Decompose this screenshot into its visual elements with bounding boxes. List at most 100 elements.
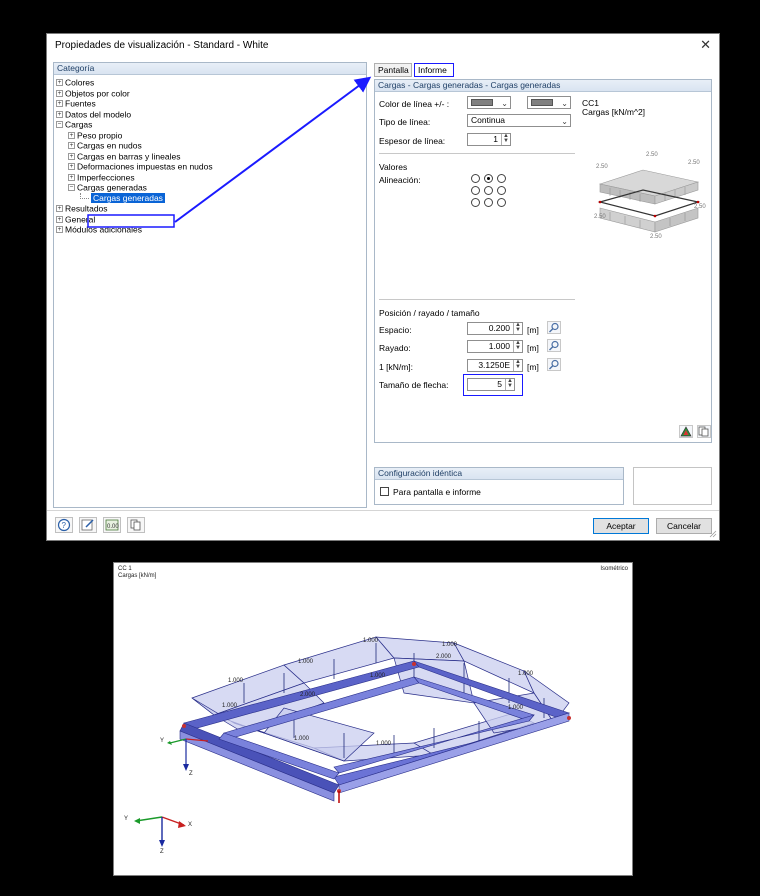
spinner-arrows-icon[interactable]: ▲ ▼ [505, 378, 514, 390]
expand-icon[interactable]: + [56, 226, 63, 234]
tree-item[interactable]: + Objetos por color [56, 88, 366, 98]
scale-unit: [m] [527, 362, 539, 372]
tree-item[interactable]: − Cargas generadas [56, 182, 366, 193]
tree-item[interactable]: Cargas generadas [56, 192, 366, 203]
collapse-icon[interactable]: − [56, 121, 63, 129]
align-radio-br[interactable] [497, 198, 506, 207]
tree-item-label: Cargas en barras y lineales [77, 151, 181, 161]
edit-button[interactable] [79, 517, 97, 533]
align-radio-tc[interactable] [484, 174, 493, 183]
expand-icon[interactable]: + [68, 173, 75, 181]
hatch-spinner[interactable]: 1.000 ▲ ▼ [467, 340, 523, 353]
load-preview: CC1 Cargas [kN/m^2] 2.50 2.50 2.50 2.50 … [580, 96, 708, 279]
tree-item[interactable]: + Imperfecciones [56, 172, 366, 182]
align-radio-mc[interactable] [484, 186, 493, 195]
same-screen-report-label[interactable]: Para pantalla e informe [393, 487, 481, 497]
spinner-arrows-icon[interactable]: ▲ ▼ [513, 322, 522, 334]
ok-button[interactable]: Aceptar [593, 518, 649, 534]
title-bar: Propiedades de visualización - Standard … [47, 34, 719, 58]
tree-item[interactable]: + General [56, 214, 366, 224]
help-icon: ? [57, 518, 71, 532]
tree-item[interactable]: − Cargas [56, 119, 366, 130]
hatch-value: 1.000 [488, 341, 510, 351]
tree-item[interactable]: + Colores [56, 77, 366, 88]
arrow-size-value: 5 [497, 379, 502, 389]
spacing-spinner[interactable]: 0.200 ▲ ▼ [467, 322, 523, 335]
hatch-pick-button[interactable] [547, 339, 561, 352]
values-label: Valores [379, 162, 408, 172]
copy-icon [698, 426, 709, 437]
report-model-view [134, 636, 571, 847]
chevron-down-icon: ⌄ [501, 99, 508, 108]
close-icon[interactable]: ✕ [700, 37, 711, 53]
preview-value: 2.50 [594, 214, 606, 220]
scale-spinner[interactable]: 3.1250E ▲ ▼ [467, 359, 523, 372]
axis-x-label: X [188, 822, 193, 828]
expand-icon[interactable]: + [56, 215, 63, 223]
help-button[interactable]: ? [55, 517, 73, 533]
tree-item-label: Peso propio [77, 130, 123, 140]
spinner-arrows-icon[interactable]: ▲ ▼ [513, 340, 522, 352]
spacing-pick-button[interactable] [547, 321, 561, 334]
copy-button[interactable] [127, 517, 145, 533]
cancel-button[interactable]: Cancelar [656, 518, 712, 534]
tree-item-label: Fuentes [65, 98, 96, 109]
scale-pick-button[interactable] [547, 358, 561, 371]
report-value-label: 1.000 [508, 705, 524, 711]
tree-item[interactable]: + Peso propio [56, 130, 366, 140]
align-radio-tl[interactable] [471, 174, 480, 183]
tree-item-label: Cargas [65, 119, 93, 130]
identical-config-header: Configuración idéntica [375, 468, 623, 480]
expand-icon[interactable]: + [68, 163, 75, 171]
svg-text:0.00: 0.00 [107, 524, 119, 530]
align-radio-bc[interactable] [484, 198, 493, 207]
tree-item[interactable]: + Cargas en nudos [56, 140, 366, 151]
tree-item-label: Imperfecciones [77, 172, 135, 182]
spinner-arrows-icon[interactable]: ▲ ▼ [501, 133, 510, 145]
expand-icon[interactable]: + [56, 79, 63, 87]
report-value-label: 2.000 [300, 692, 316, 698]
expand-icon[interactable]: + [68, 131, 75, 139]
tab-informe[interactable]: Informe [414, 63, 454, 77]
align-radio-mr[interactable] [497, 186, 506, 195]
expand-icon[interactable]: + [68, 142, 75, 150]
arrow-size-spinner[interactable]: 5 ▲ ▼ [467, 378, 515, 391]
report-value-label: 1.000 [363, 638, 379, 644]
tree-item[interactable]: + Cargas en barras y lineales [56, 151, 366, 161]
expand-icon[interactable]: + [68, 152, 75, 160]
align-radio-bl[interactable] [471, 198, 480, 207]
copy-settings-button[interactable] [697, 425, 711, 438]
line-thickness-value: 1 [493, 134, 498, 144]
same-screen-report-checkbox[interactable] [380, 487, 389, 496]
divider [47, 510, 719, 511]
tree-item[interactable]: + Módulos adicionales [56, 224, 366, 235]
line-color-plus-select[interactable]: ⌄ [467, 96, 511, 109]
collapse-icon[interactable]: − [68, 184, 75, 192]
magnifier-icon [549, 322, 559, 333]
resize-grip-icon[interactable] [707, 528, 717, 538]
line-color-minus-select[interactable]: ⌄ [527, 96, 571, 109]
axis-y-label: Y [160, 738, 165, 744]
tree-item[interactable]: + Resultados [56, 203, 366, 214]
spinner-arrows-icon[interactable]: ▲ ▼ [513, 359, 522, 371]
tree-item[interactable]: + Fuentes [56, 98, 366, 109]
position-header: Posición / rayado / tamaño [379, 308, 480, 318]
line-type-select[interactable]: Continua ⌄ [467, 114, 571, 127]
align-radio-tr[interactable] [497, 174, 506, 183]
expand-icon[interactable]: + [56, 205, 63, 213]
hatch-unit: [m] [527, 343, 539, 353]
report-value-label: 1.000 [518, 671, 534, 677]
tree-item[interactable]: + Deformaciones impuestas en nudos [56, 161, 366, 172]
preview-value: 2.50 [694, 204, 706, 210]
color-scheme-button[interactable] [679, 425, 693, 438]
align-radio-ml[interactable] [471, 186, 480, 195]
line-thickness-spinner[interactable]: 1 ▲ ▼ [467, 133, 511, 146]
units-button[interactable]: 0.00 [103, 517, 121, 533]
tree-item[interactable]: + Datos del modelo [56, 109, 366, 119]
expand-icon[interactable]: + [56, 100, 63, 108]
expand-icon[interactable]: + [56, 89, 63, 97]
display-properties-dialog: Propiedades de visualización - Standard … [46, 33, 720, 541]
expand-icon[interactable]: + [56, 110, 63, 118]
tab-pantalla[interactable]: Pantalla [374, 63, 412, 77]
scale-label: 1 [kN/m]: [379, 362, 414, 372]
